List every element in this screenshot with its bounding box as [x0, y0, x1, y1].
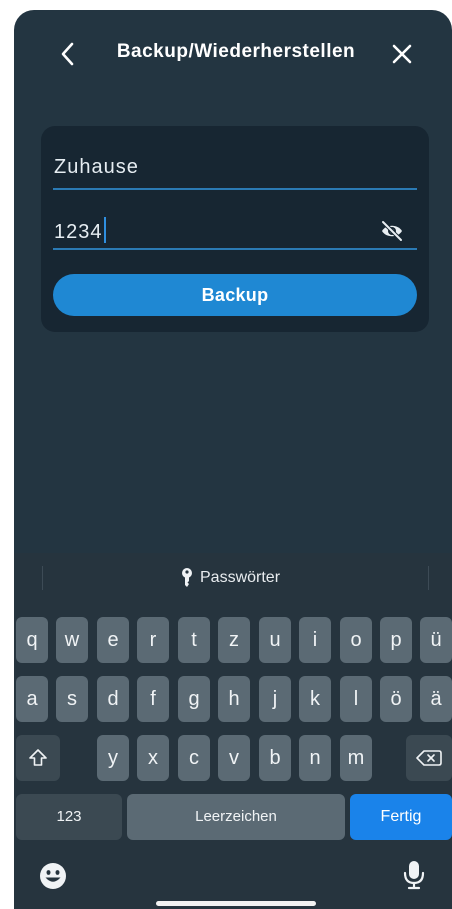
backspace-icon [416, 750, 442, 766]
key[interactable]: k [299, 676, 331, 722]
key[interactable]: s [56, 676, 88, 722]
key[interactable]: p [380, 617, 412, 663]
emoji-icon [40, 863, 66, 889]
text-caret [103, 217, 106, 243]
name-input[interactable]: Zuhause [53, 154, 417, 190]
key[interactable]: h [218, 676, 250, 722]
emoji-button[interactable] [38, 861, 68, 891]
key[interactable]: l [340, 676, 372, 722]
password-input[interactable]: 1234 [53, 214, 417, 250]
keyboard: Passwörter q w e r t z u i o p ü a s d f… [14, 553, 452, 909]
key-icon [182, 568, 192, 587]
key[interactable]: c [178, 735, 210, 781]
key[interactable]: q [16, 617, 48, 663]
key[interactable]: u [259, 617, 291, 663]
close-icon [392, 44, 412, 64]
key[interactable]: z [218, 617, 250, 663]
suggestion-divider [428, 566, 429, 590]
shift-icon [29, 749, 47, 766]
key[interactable]: ü [420, 617, 452, 663]
key[interactable]: f [137, 676, 169, 722]
dictation-button[interactable] [402, 859, 426, 891]
key[interactable]: i [299, 617, 331, 663]
key[interactable]: m [340, 735, 372, 781]
space-key[interactable]: Leerzeichen [127, 794, 345, 840]
page-title: Backup/Wiederherstellen [116, 41, 356, 62]
name-input-value: Zuhause [54, 156, 139, 178]
key[interactable]: a [16, 676, 48, 722]
header: Backup/Wiederherstellen [14, 10, 452, 96]
microphone-icon [403, 861, 425, 890]
delete-key[interactable] [406, 735, 452, 781]
suggestion-bar: Passwörter [14, 553, 452, 603]
key[interactable]: j [259, 676, 291, 722]
key[interactable]: r [137, 617, 169, 663]
key[interactable]: t [178, 617, 210, 663]
close-button[interactable] [388, 40, 416, 68]
shift-key[interactable] [16, 735, 60, 781]
key[interactable]: ä [420, 676, 452, 722]
suggestion-divider [42, 566, 43, 590]
home-indicator [156, 901, 316, 906]
backup-button[interactable]: Backup [53, 274, 417, 316]
backup-card: Zuhause 1234 Backup [41, 126, 429, 332]
app-screen: Backup/Wiederherstellen Zuhause 1234 Bac… [14, 10, 452, 909]
passwords-label: Passwörter [200, 569, 281, 586]
toggle-password-visibility-button[interactable] [379, 220, 405, 242]
chevron-left-icon [61, 42, 74, 66]
key[interactable]: n [299, 735, 331, 781]
key[interactable]: y [97, 735, 129, 781]
numbers-key[interactable]: 123 [16, 794, 122, 840]
key[interactable]: ö [380, 676, 412, 722]
key[interactable]: x [137, 735, 169, 781]
key[interactable]: w [56, 617, 88, 663]
key[interactable]: v [218, 735, 250, 781]
key[interactable]: e [97, 617, 129, 663]
key[interactable]: g [178, 676, 210, 722]
eye-slash-icon [381, 220, 403, 242]
key[interactable]: d [97, 676, 129, 722]
back-button[interactable] [56, 40, 82, 68]
key[interactable]: b [259, 735, 291, 781]
done-key[interactable]: Fertig [350, 794, 452, 840]
key[interactable]: o [340, 617, 372, 663]
password-input-value: 1234 [54, 221, 103, 243]
